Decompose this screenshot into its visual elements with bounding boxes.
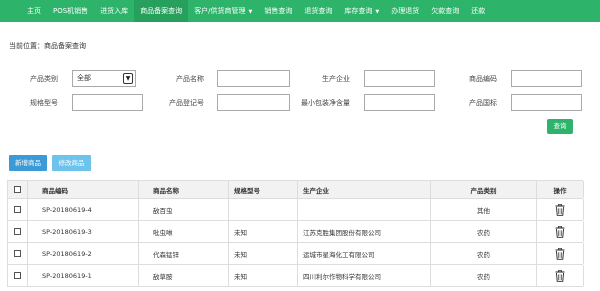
row-code: SP-20180619-2	[28, 243, 139, 264]
row-code: SP-20180619-3	[28, 221, 139, 242]
row-name: 敌百虫	[139, 199, 229, 220]
row-company: 江苏克胜集团股份有限公司	[298, 221, 431, 242]
row-company: 运城市星海化工有限公司	[298, 243, 431, 264]
spec-input[interactable]	[72, 94, 143, 111]
row-code: SP-20180619-1	[28, 265, 139, 286]
registration-input[interactable]	[217, 94, 290, 111]
min-pack-input[interactable]	[364, 94, 435, 111]
row-category: 农药	[431, 221, 537, 242]
category-select[interactable]: 全部 ▼	[72, 70, 136, 87]
breadcrumb: 当前位置：商品备案查询	[9, 42, 86, 50]
row-spec: 未知	[229, 243, 298, 264]
table-row: SP-20180619-2 代森锰锌 未知 运城市星海化工有限公司 农药	[8, 243, 584, 265]
product-code-label: 商品编码	[469, 75, 497, 83]
nav-product-query[interactable]: 商品备案查询	[134, 0, 189, 22]
row-spec	[229, 199, 298, 220]
top-nav: 主页 POS机销售 进货入库 商品备案查询 客户/供货商管理 ▼ 销售查询 退货查…	[0, 0, 600, 22]
nav-repayment[interactable]: 还款	[465, 0, 491, 22]
row-company	[298, 199, 431, 220]
product-code-input[interactable]	[511, 70, 582, 87]
trash-icon[interactable]	[555, 225, 565, 238]
spec-label: 规格型号	[30, 99, 58, 107]
row-name: 敌草胺	[139, 265, 229, 286]
row-category: 农药	[431, 243, 537, 264]
nav-stock-in[interactable]: 进货入库	[94, 0, 134, 22]
select-all-checkbox[interactable]	[14, 186, 21, 193]
row-checkbox[interactable]	[14, 272, 21, 279]
nav-customer-supplier[interactable]: 客户/供货商管理 ▼	[188, 0, 258, 22]
query-button[interactable]: 查询	[547, 119, 573, 134]
header-action: 操作	[537, 181, 584, 198]
row-checkbox[interactable]	[14, 206, 21, 213]
row-spec: 未知	[229, 265, 298, 286]
header-company: 生产企业	[298, 181, 431, 198]
row-action-cell	[537, 221, 584, 242]
table-row: SP-20180619-4 敌百虫 其他	[8, 199, 584, 221]
national-standard-input[interactable]	[511, 94, 582, 111]
row-checkbox[interactable]	[14, 228, 21, 235]
header-spec: 规格型号	[229, 181, 298, 198]
product-name-input[interactable]	[217, 70, 290, 87]
category-select-value: 全部	[77, 74, 91, 82]
nav-handle-return[interactable]: 办理退货	[385, 0, 425, 22]
row-select-cell	[8, 199, 28, 220]
row-category: 其他	[431, 199, 537, 220]
row-code: SP-20180619-4	[28, 199, 139, 220]
trash-icon[interactable]	[555, 247, 565, 260]
nav-debt-query[interactable]: 欠款查询	[425, 0, 465, 22]
chevron-down-icon: ▼	[375, 9, 380, 15]
nav-pos-sales[interactable]: POS机销售	[47, 0, 94, 22]
chevron-down-icon: ▼	[123, 73, 133, 84]
row-select-cell	[8, 265, 28, 286]
nav-home[interactable]: 主页	[21, 0, 47, 22]
add-product-button[interactable]: 新增商品	[9, 155, 47, 171]
nav-customer-supplier-label: 客户/供货商管理	[194, 7, 246, 15]
product-name-label: 产品名称	[176, 75, 204, 83]
row-name: 代森锰锌	[139, 243, 229, 264]
nav-inventory-query[interactable]: 库存查询 ▼	[338, 0, 385, 22]
nav-inventory-query-label: 库存查询	[344, 7, 373, 15]
row-spec: 未知	[229, 221, 298, 242]
table-row: SP-20180619-1 敌草胺 未知 四川利尔作物科学有限公司 农药	[8, 265, 584, 287]
row-select-cell	[8, 221, 28, 242]
row-action-cell	[537, 243, 584, 264]
row-action-cell	[537, 265, 584, 286]
table-row: SP-20180619-3 吡虫啉 未知 江苏克胜集团股份有限公司 农药	[8, 221, 584, 243]
min-pack-label: 最小包装净含量	[301, 99, 350, 107]
row-name: 吡虫啉	[139, 221, 229, 242]
company-label: 生产企业	[322, 75, 350, 83]
row-checkbox[interactable]	[14, 250, 21, 257]
table-header: 商品编码 商品名称 规格型号 生产企业 产品类别 操作	[8, 181, 584, 199]
chevron-down-icon: ▼	[248, 9, 253, 15]
row-company: 四川利尔作物科学有限公司	[298, 265, 431, 286]
select-all-cell	[8, 181, 28, 198]
nav-return-query[interactable]: 退货查询	[298, 0, 338, 22]
header-code: 商品编码	[28, 181, 139, 198]
national-standard-label: 产品国标	[469, 99, 497, 107]
company-input[interactable]	[364, 70, 435, 87]
row-select-cell	[8, 243, 28, 264]
registration-label: 产品登记号	[169, 99, 204, 107]
trash-icon[interactable]	[555, 203, 565, 216]
header-name: 商品名称	[139, 181, 229, 198]
header-category: 产品类别	[431, 181, 537, 198]
trash-icon[interactable]	[555, 269, 565, 282]
row-category: 农药	[431, 265, 537, 286]
row-action-cell	[537, 199, 584, 220]
edit-product-button[interactable]: 修改商品	[52, 155, 91, 171]
nav-sales-query[interactable]: 销售查询	[258, 0, 298, 22]
product-table: 商品编码 商品名称 规格型号 生产企业 产品类别 操作 SP-20180619-…	[7, 180, 584, 287]
category-label: 产品类别	[30, 75, 58, 83]
